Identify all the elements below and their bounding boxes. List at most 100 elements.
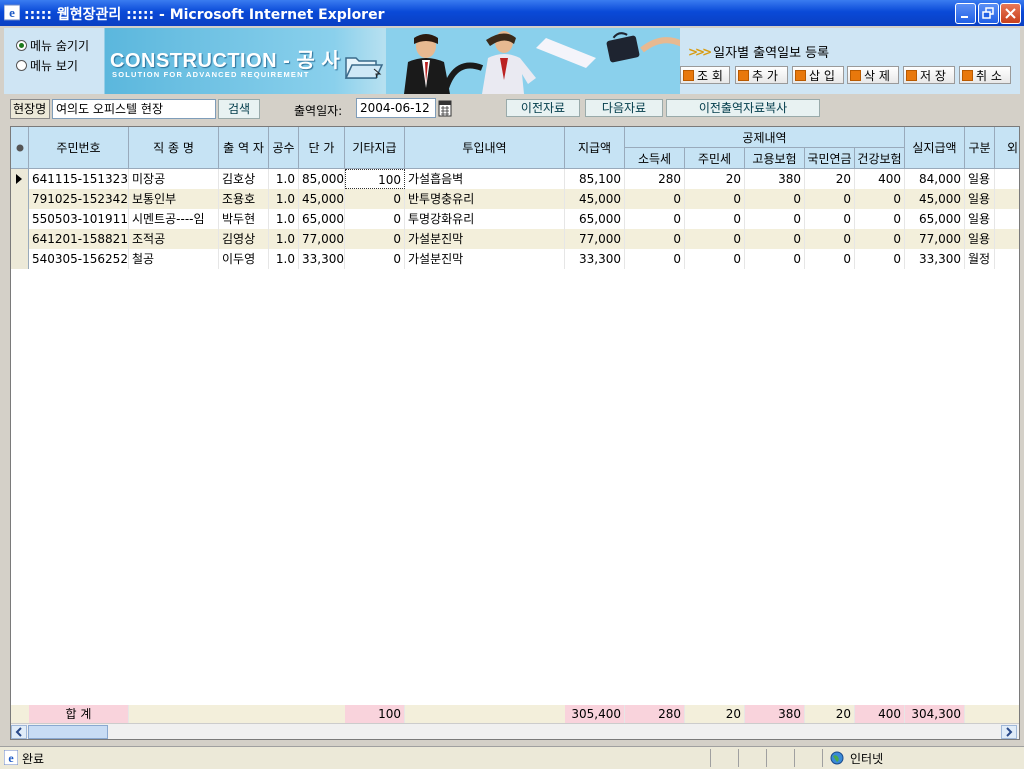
cell-pension[interactable]: 0 (805, 229, 855, 249)
cell-worker[interactable]: 조용호 (219, 189, 269, 209)
cell-employment-ins[interactable]: 380 (745, 169, 805, 189)
cell-income-tax[interactable]: 280 (625, 169, 685, 189)
cell-net-pay[interactable]: 77,000 (905, 229, 965, 249)
cell-net-pay[interactable]: 45,000 (905, 189, 965, 209)
cell-unit-price[interactable]: 85,000 (299, 169, 345, 189)
col-header-days[interactable]: 공수 (269, 127, 299, 169)
cell-income-tax[interactable]: 0 (625, 229, 685, 249)
cell-employment-ins[interactable]: 0 (745, 229, 805, 249)
cell-pay[interactable]: 45,000 (565, 189, 625, 209)
col-header-pension[interactable]: 국민연금 (805, 148, 855, 169)
cell-days[interactable]: 1.0 (269, 189, 299, 209)
cell-health-ins[interactable]: 0 (855, 209, 905, 229)
cell-input-detail[interactable]: 가설흡음벽 (405, 169, 565, 189)
cell-ssn[interactable]: 540305-1562523 (29, 249, 129, 269)
cell-unit-price[interactable]: 77,000 (299, 229, 345, 249)
cell-resident-tax[interactable]: 0 (685, 229, 745, 249)
radio-hide-menu[interactable]: 메뉴 숨기기 (16, 38, 89, 53)
next-data-button[interactable]: 다음자료 (585, 99, 663, 117)
cell-worker[interactable]: 박두현 (219, 209, 269, 229)
col-header-other-pay[interactable]: 기타지급 (345, 127, 405, 169)
cell-ssn[interactable]: 550503-1019114 (29, 209, 129, 229)
horizontal-scrollbar[interactable] (11, 723, 1019, 739)
cell-employment-ins[interactable]: 0 (745, 209, 805, 229)
col-header-extra[interactable]: 외 (995, 127, 1019, 169)
table-row[interactable]: 550503-1019114 시멘트공----임 박두현 1.0 65,000 0 투명강화… (11, 209, 1019, 229)
cell-net-pay[interactable]: 33,300 (905, 249, 965, 269)
cell-employment-ins[interactable]: 0 (745, 249, 805, 269)
restore-button[interactable] (978, 3, 999, 24)
col-header-net-pay[interactable]: 실지급액 (905, 127, 965, 169)
cell-job[interactable]: 철공 (129, 249, 219, 269)
search-button[interactable]: 검색 (218, 99, 260, 119)
table-row[interactable]: 791025-1523423 보통인부 조용호 1.0 45,000 0 반투명충유리 45,… (11, 189, 1019, 209)
cell-job[interactable]: 미장공 (129, 169, 219, 189)
col-header-resident-tax[interactable]: 주민세 (685, 148, 745, 169)
cell-days[interactable]: 1.0 (269, 169, 299, 189)
cell-type[interactable]: 일용 (965, 209, 995, 229)
col-header-job[interactable]: 직 종 명 (129, 127, 219, 169)
cell-other-pay[interactable]: 0 (345, 249, 405, 269)
cell-pension[interactable]: 20 (805, 169, 855, 189)
copy-prev-data-button[interactable]: 이전출역자료복사 (666, 99, 820, 117)
cell-pension[interactable]: 0 (805, 189, 855, 209)
cell-type[interactable]: 일용 (965, 189, 995, 209)
cell-income-tax[interactable]: 0 (625, 189, 685, 209)
cell-unit-price[interactable]: 33,300 (299, 249, 345, 269)
col-header-type[interactable]: 구분 (965, 127, 995, 169)
cell-health-ins[interactable]: 0 (855, 249, 905, 269)
minimize-button[interactable] (955, 3, 976, 24)
radio-show-menu[interactable]: 메뉴 보기 (16, 58, 78, 73)
cell-employment-ins[interactable]: 0 (745, 189, 805, 209)
cell-job[interactable]: 조적공 (129, 229, 219, 249)
cell-net-pay[interactable]: 84,000 (905, 169, 965, 189)
cell-unit-price[interactable]: 65,000 (299, 209, 345, 229)
cell-other-pay[interactable]: 0 (345, 209, 405, 229)
cell-worker[interactable]: 김영상 (219, 229, 269, 249)
cell-ssn[interactable]: 791025-1523423 (29, 189, 129, 209)
cell-worker[interactable]: 이두영 (219, 249, 269, 269)
col-header-input-detail[interactable]: 투입내역 (405, 127, 565, 169)
cell-type[interactable]: 일용 (965, 229, 995, 249)
cell-net-pay[interactable]: 65,000 (905, 209, 965, 229)
cell-pay[interactable]: 85,100 (565, 169, 625, 189)
cell-pay[interactable]: 65,000 (565, 209, 625, 229)
cell-unit-price[interactable]: 45,000 (299, 189, 345, 209)
cell-resident-tax[interactable]: 0 (685, 189, 745, 209)
add-button[interactable]: 추 가 (735, 66, 788, 84)
cell-job[interactable]: 보통인부 (129, 189, 219, 209)
col-header-worker[interactable]: 출 역 자 (219, 127, 269, 169)
cell-days[interactable]: 1.0 (269, 209, 299, 229)
cell-input-detail[interactable]: 투명강화유리 (405, 209, 565, 229)
table-row[interactable]: 540305-1562523 철공 이두영 1.0 33,300 0 가설분진막 33,300… (11, 249, 1019, 269)
cell-health-ins[interactable]: 0 (855, 229, 905, 249)
scroll-thumb[interactable] (28, 725, 108, 739)
col-header-unit-price[interactable]: 단 가 (299, 127, 345, 169)
cell-input-detail[interactable]: 반투명충유리 (405, 189, 565, 209)
prev-data-button[interactable]: 이전자료 (506, 99, 580, 117)
cell-worker[interactable]: 김호상 (219, 169, 269, 189)
cell-income-tax[interactable]: 0 (625, 209, 685, 229)
table-row[interactable]: 641201-1588213 조적공 김영상 1.0 77,000 0 가설분진막 77,00… (11, 229, 1019, 249)
site-name-input[interactable]: 여의도 오피스텔 현장 (52, 99, 216, 119)
query-button[interactable]: 조 회 (680, 66, 730, 84)
cell-job[interactable]: 시멘트공----임 (129, 209, 219, 229)
col-header-employment-insurance[interactable]: 고용보험 (745, 148, 805, 169)
cell-input-detail[interactable]: 가설분진막 (405, 249, 565, 269)
close-button[interactable] (1000, 3, 1021, 24)
table-row[interactable]: 641115-1513234 미장공 김호상 1.0 85,000 100 가설흡음벽 85,… (11, 169, 1019, 189)
cell-pension[interactable]: 0 (805, 209, 855, 229)
cell-days[interactable]: 1.0 (269, 249, 299, 269)
col-header-pay[interactable]: 지급액 (565, 127, 625, 169)
cell-pension[interactable]: 0 (805, 249, 855, 269)
cell-days[interactable]: 1.0 (269, 229, 299, 249)
cell-pay[interactable]: 77,000 (565, 229, 625, 249)
cancel-button[interactable]: 취 소 (959, 66, 1011, 84)
date-input[interactable]: 2004-06-12 (356, 98, 436, 118)
cell-input-detail[interactable]: 가설분진막 (405, 229, 565, 249)
col-header-health-insurance[interactable]: 건강보험 (855, 148, 905, 169)
cell-health-ins[interactable]: 400 (855, 169, 905, 189)
scroll-right-button[interactable] (1001, 725, 1017, 739)
calendar-icon[interactable] (438, 99, 452, 117)
cell-health-ins[interactable]: 0 (855, 189, 905, 209)
